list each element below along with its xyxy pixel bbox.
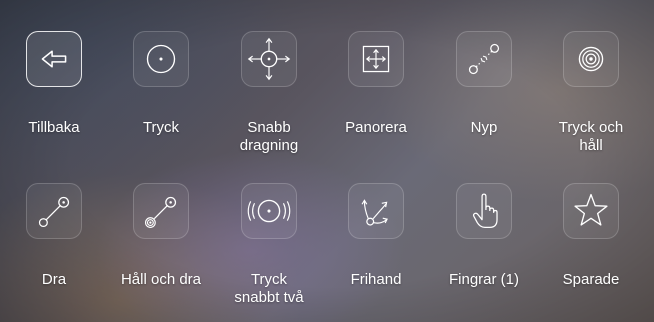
tile-tryck-och-hall[interactable]	[563, 31, 619, 87]
tile-fingrar[interactable]	[456, 183, 512, 239]
menu-item-label: Panorera	[345, 119, 407, 136]
tile-tryck[interactable]	[133, 31, 189, 87]
menu-item-label: Frihand	[350, 271, 402, 288]
tile-dra[interactable]	[26, 183, 82, 239]
menu-item-label: Dra	[41, 271, 67, 288]
menu-item-label: Nyp	[470, 119, 498, 136]
tile-sparade[interactable]	[563, 183, 619, 239]
press-hold-icon	[578, 46, 604, 72]
tile-panorera[interactable]	[348, 31, 404, 87]
tile-nyp[interactable]	[456, 31, 512, 87]
drag-icon	[38, 196, 70, 228]
tile-frihand[interactable]	[348, 183, 404, 239]
double-tap-icon	[247, 199, 291, 223]
back-arrow-icon	[41, 50, 67, 68]
freehand-icon	[361, 199, 388, 226]
tile-hall-och-dra[interactable]	[133, 183, 189, 239]
menu-item-label: Sparade	[562, 271, 620, 288]
star-icon	[574, 193, 608, 226]
menu-item-label: Tryck	[142, 119, 180, 136]
menu-item-label: Tryck och håll	[558, 119, 624, 154]
tile-tillbaka[interactable]	[26, 31, 82, 87]
pinch-icon	[468, 43, 500, 75]
tap-icon	[146, 44, 176, 74]
menu-item-label: Håll och dra	[120, 271, 202, 288]
tile-snabb-dragning[interactable]	[241, 31, 297, 87]
menu-item-label: Fingrar (1)	[448, 271, 519, 288]
tile-tryck-snabbt-tva[interactable]	[241, 183, 297, 239]
hold-drag-icon	[144, 196, 177, 228]
menu-item-label: Snabb dragning	[239, 119, 299, 154]
flick-icon	[247, 37, 291, 81]
gesture-menu-grid: Tillbaka Tryck Snabb dragning Panorera N…	[0, 0, 654, 322]
menu-item-label: Tillbaka	[28, 119, 80, 136]
menu-item-label: Tryck snabbt två	[234, 271, 304, 306]
finger-icon	[472, 193, 498, 229]
pan-icon	[362, 45, 390, 73]
